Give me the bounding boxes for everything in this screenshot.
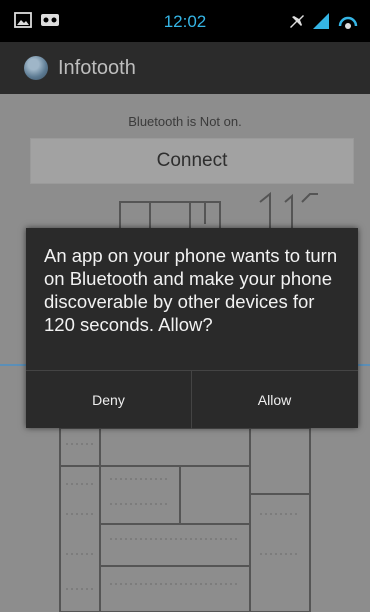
status-bar: 12:02: [0, 0, 370, 42]
dialog-button-bar: Deny Allow: [26, 370, 358, 429]
bluetooth-permission-dialog: An app on your phone wants to turn on Bl…: [26, 228, 358, 429]
connect-button[interactable]: Connect: [30, 138, 354, 184]
app-globe-icon[interactable]: [24, 56, 48, 80]
app-title: Infotooth: [58, 57, 136, 79]
signal-icon: [312, 12, 330, 35]
battery-icon: [338, 12, 358, 35]
allow-button[interactable]: Allow: [192, 371, 357, 429]
deny-button[interactable]: Deny: [26, 371, 191, 429]
bluetooth-status-text: Bluetooth is Not on.: [128, 114, 242, 129]
airplane-mode-icon: [288, 12, 306, 35]
action-bar: Infotooth: [0, 42, 370, 94]
dialog-message: An app on your phone wants to turn on Bl…: [44, 245, 338, 335]
